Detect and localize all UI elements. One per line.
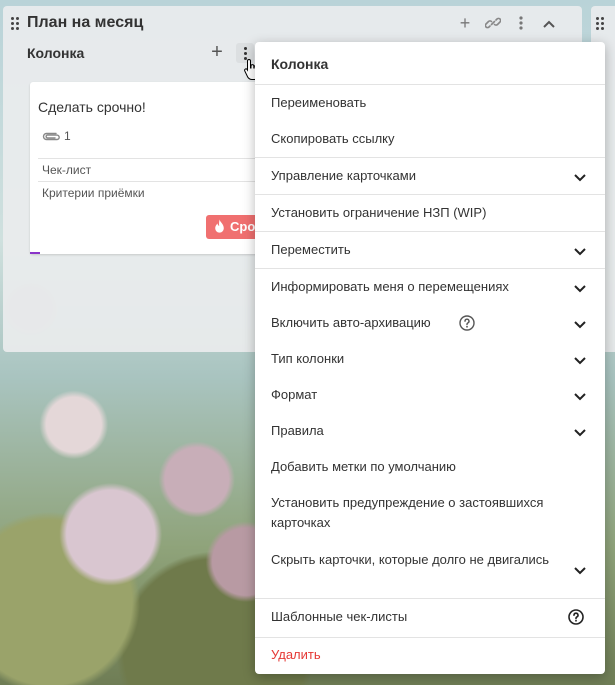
menu-item-auto-archive-label: Включить авто-архивацию (271, 315, 431, 330)
checklist-label: Критерии приёмки (42, 186, 145, 200)
menu-item-rules[interactable]: Правила (271, 421, 589, 441)
menu-item-notify-moves[interactable]: Информировать меня о перемещениях (271, 277, 589, 297)
checklist-label: Чек-лист (42, 163, 92, 177)
add-icon[interactable]: + (455, 13, 475, 33)
menu-item-card-management[interactable]: Управление карточками (271, 166, 589, 186)
chevron-down-icon[interactable] (573, 392, 587, 401)
help-icon[interactable] (568, 609, 584, 625)
drag-handle-icon[interactable] (11, 17, 21, 31)
menu-item-delete[interactable]: Удалить (271, 645, 589, 665)
paperclip-icon (42, 132, 60, 141)
card-title: Сделать срочно! (38, 99, 146, 115)
chevron-down-icon[interactable] (573, 566, 587, 575)
drag-handle-icon[interactable] (596, 17, 606, 31)
chevron-down-icon[interactable] (573, 428, 587, 437)
menu-divider (255, 84, 605, 85)
menu-divider (255, 637, 605, 638)
checklist-row[interactable]: Чек-лист (38, 158, 270, 181)
menu-item-move[interactable]: Переместить (271, 240, 589, 260)
column-dropdown-menu: Колонка Переименовать Скопировать ссылку… (255, 42, 605, 674)
chevron-down-icon[interactable] (573, 247, 587, 256)
menu-title: Колонка (271, 56, 329, 72)
board-title: План на месяц (27, 14, 144, 31)
menu-item-format[interactable]: Формат (271, 385, 589, 405)
menu-item-checklist-templates[interactable]: Шаблонные чек-листы (271, 607, 589, 627)
flame-icon (215, 219, 224, 233)
chevron-down-icon[interactable] (573, 356, 587, 365)
menu-item-wip-limit[interactable]: Установить ограничение НЗП (WIP) (271, 203, 589, 223)
chevron-down-icon[interactable] (573, 284, 587, 293)
menu-divider (255, 231, 605, 232)
card-accent-bar (30, 252, 40, 254)
menu-divider (255, 157, 605, 158)
chevron-down-icon[interactable] (573, 320, 587, 329)
menu-item-column-type[interactable]: Тип колонки (271, 349, 589, 369)
card[interactable]: Сделать срочно! 1 Чек-лист Критерии приё… (30, 82, 278, 254)
chevron-down-icon[interactable] (573, 173, 587, 182)
menu-divider (255, 194, 605, 195)
menu-divider (255, 598, 605, 599)
menu-item-stale-warning[interactable]: Установить предупреждение о застоявшихся… (271, 493, 581, 533)
menu-item-copy-link[interactable]: Скопировать ссылку (271, 129, 589, 149)
menu-divider (255, 268, 605, 269)
kebab-icon[interactable] (511, 13, 531, 33)
menu-item-rename[interactable]: Переименовать (271, 93, 589, 113)
menu-item-default-labels[interactable]: Добавить метки по умолчанию (271, 457, 589, 477)
collapse-icon[interactable] (539, 13, 559, 33)
help-icon[interactable] (459, 315, 475, 331)
column-title: Колонка (27, 45, 85, 61)
column-add-icon[interactable]: + (207, 42, 227, 62)
link-icon[interactable] (483, 13, 503, 33)
menu-item-hide-stale-cards[interactable]: Скрыть карточки, которые долго не двигал… (271, 550, 555, 570)
menu-item-auto-archive[interactable]: Включить авто-архивацию (271, 313, 589, 333)
attachment-count: 1 (64, 129, 71, 143)
board-header: План на месяц + (3, 6, 582, 40)
checklist-row[interactable]: Критерии приёмки (38, 181, 270, 204)
